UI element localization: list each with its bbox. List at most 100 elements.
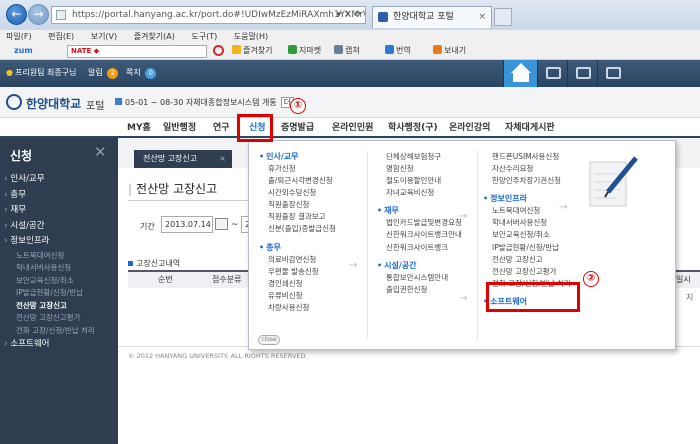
menu-item[interactable]: 전산망 고장신고 xyxy=(483,254,571,266)
zum-logo[interactable]: zum xyxy=(14,43,33,59)
sidebar-item[interactable]: 전화 고장/신청/반납 처리 xyxy=(0,325,118,338)
menu-item[interactable]: 보안교육신청/취소 xyxy=(483,229,571,241)
menu-favorites[interactable]: 즐겨찾기(A) xyxy=(134,32,175,41)
nav-academic-old[interactable]: 학사행정(구) xyxy=(388,118,438,138)
toolbar-send[interactable]: 보내기 xyxy=(433,43,466,59)
menu-help[interactable]: 도움말(H) xyxy=(234,32,268,41)
period-label: 기간 xyxy=(140,222,155,231)
menu-category[interactable]: 총무 xyxy=(259,242,336,254)
nav-general-admin[interactable]: 일반행정 xyxy=(163,118,196,138)
menu-item[interactable]: 한양인주차장기권신청 xyxy=(483,175,571,187)
sidebar-item[interactable]: 재무 xyxy=(0,203,118,219)
sidebar-item[interactable]: 인사/교무 xyxy=(0,172,118,188)
menu-item[interactable]: 직원출장신청 xyxy=(259,199,336,211)
menu-item[interactable]: 직원출장 결과보고 xyxy=(259,211,336,223)
nav-online-civil[interactable]: 온라인민원 xyxy=(332,118,373,138)
menu-item[interactable]: IP발급현황/신청/반납 xyxy=(483,242,571,254)
menu-item[interactable]: 휴가신청 xyxy=(259,163,336,175)
menu-item[interactable]: 전산망 고장신고평가 xyxy=(483,266,571,278)
menu-view[interactable]: 보기(V) xyxy=(91,32,117,41)
menu-item[interactable]: 신분(출입)증발급신청 xyxy=(259,223,336,235)
menu-item[interactable]: 노트북대여신청 xyxy=(483,205,571,217)
notice-ticker[interactable]: 05-01 ~ 08-30 자체대종합정보시스템 개통 더 xyxy=(115,97,295,108)
portal-label: 포털 xyxy=(86,101,105,112)
menu-item[interactable]: 출/퇴근시각변경신청 xyxy=(259,175,336,187)
menu-item[interactable]: 자녀교육비신청 xyxy=(377,187,475,199)
nav-board[interactable]: 자체대게시판 xyxy=(505,118,555,138)
menu-item[interactable]: 경인쇄신청 xyxy=(259,278,336,290)
menu-category[interactable]: 시설/공간 xyxy=(377,260,475,272)
annotation-box-1 xyxy=(237,114,273,142)
menu-column-2: 단체상해보험청구명함신청철도이용할인안내자녀교육비신청재무법인카드발급및변경요청… xyxy=(377,151,475,296)
calendar-icon[interactable] xyxy=(215,218,228,230)
notification-icon[interactable] xyxy=(537,60,567,87)
toolbar-translate[interactable]: 번역 xyxy=(385,43,411,59)
nav-research[interactable]: 연구 xyxy=(213,118,230,138)
alarm-link[interactable]: 알림 2 xyxy=(88,67,119,79)
menu-item[interactable]: 신한워크사이트뱅크안내 xyxy=(377,229,475,241)
menu-item[interactable]: 유류비신청 xyxy=(259,290,336,302)
arrow-icon: → xyxy=(559,202,568,213)
stats-icon[interactable] xyxy=(567,60,597,87)
sidebar-item[interactable]: 학내서버사용신청 xyxy=(0,262,118,275)
note-label: 쪽지 xyxy=(126,68,141,77)
menu-item[interactable]: 철도이용할인안내 xyxy=(377,175,475,187)
menu-item[interactable]: 차량사용신청 xyxy=(259,302,336,314)
close-tab-icon[interactable]: × xyxy=(478,7,486,27)
menu-item[interactable]: 의료비감면신청 xyxy=(259,254,336,266)
sidebar-item[interactable]: 소프트웨어 xyxy=(0,337,118,353)
menu-category[interactable]: 인사/교무 xyxy=(259,151,336,163)
menu-item[interactable]: 학내서버사용신청 xyxy=(483,217,571,229)
menu-category[interactable]: 정보인프라 xyxy=(483,193,571,205)
browser-tab[interactable]: 한양대학교 포털 × xyxy=(372,6,492,28)
address-text: https://portal.hanyang.ac.kr/port.do#!UD… xyxy=(72,10,365,20)
new-tab-button[interactable] xyxy=(494,8,512,26)
nav-myhome[interactable]: MY홈 xyxy=(127,118,151,138)
toolbar-favorites[interactable]: 즐겨찾기 xyxy=(232,43,272,59)
note-count-badge: 0 xyxy=(145,68,157,79)
user-name[interactable]: 프리원팀 최종구님 xyxy=(6,67,76,78)
search-icon[interactable] xyxy=(213,45,224,56)
menu-item[interactable]: 자산수리요청 xyxy=(483,163,571,175)
sidebar-item[interactable]: 노트북대여신청 xyxy=(0,250,118,263)
menu-item[interactable]: 명함신청 xyxy=(377,163,475,175)
content-tab[interactable]: 전산망 고장신고 × xyxy=(134,150,232,168)
sidebar-item[interactable]: 보안교육신청/취소 xyxy=(0,275,118,288)
menu-item[interactable]: 시간외수당신청 xyxy=(259,187,336,199)
annotation-box-2 xyxy=(486,282,580,312)
close-tab-icon[interactable]: × xyxy=(219,150,226,168)
menu-item[interactable]: 단체상해보험청구 xyxy=(377,151,475,163)
university-logo-icon xyxy=(6,94,22,110)
back-icon[interactable]: ← xyxy=(6,4,27,25)
toolbar-search-input[interactable]: NATE ◆ xyxy=(67,45,207,58)
sidebar-item[interactable]: 총무 xyxy=(0,188,118,204)
menu-file[interactable]: 파일(F) xyxy=(6,32,32,41)
mail-icon[interactable] xyxy=(597,60,627,87)
refresh-icon[interactable]: ▾ ✕ ⟳ xyxy=(337,7,362,23)
sidebar-item[interactable]: 시설/공간 xyxy=(0,219,118,235)
sidebar-item[interactable]: IP발급현황/신청/반납 xyxy=(0,287,118,300)
menu-close-button[interactable]: close xyxy=(258,335,280,345)
toolbar-capture[interactable]: 캡쳐 xyxy=(334,43,360,59)
menu-item[interactable]: 신한워크사이트뱅크 xyxy=(377,242,475,254)
menu-edit[interactable]: 편집(E) xyxy=(48,32,74,41)
nav-certificates[interactable]: 증명발급 xyxy=(281,118,314,138)
university-name[interactable]: 한양대학교 xyxy=(26,95,81,112)
sidebar-item[interactable]: 전산망 고장신고평가 xyxy=(0,312,118,325)
sidebar-item[interactable]: 전산망 고장신고 xyxy=(0,300,118,313)
address-bar[interactable]: https://portal.hanyang.ac.kr/port.do#!UD… xyxy=(51,6,366,24)
nav-online-lecture[interactable]: 온라인강의 xyxy=(449,118,490,138)
toolbar-gmarket[interactable]: 지마켓 xyxy=(288,43,321,59)
menu-item[interactable]: 통합보안시스템안내 xyxy=(377,272,475,284)
sidebar: 신청 ✕ 인사/교무총무재무시설/공간정보인프라노트북대여신청학내서버사용신청보… xyxy=(0,138,118,444)
sidebar-item[interactable]: 정보인프라 xyxy=(0,234,118,250)
menu-item[interactable]: 핸드폰USIM사용신청 xyxy=(483,151,571,163)
forward-icon[interactable]: → xyxy=(28,4,49,25)
close-icon[interactable]: ✕ xyxy=(94,143,107,161)
menu-item[interactable]: 우편물 발송신청 xyxy=(259,266,336,278)
date-from-input[interactable]: 2013.07.14 xyxy=(161,216,213,233)
note-link[interactable]: 쪽지 0 xyxy=(126,67,157,79)
portal-header: 한양대학교 포털 05-01 ~ 08-30 자체대종합정보시스템 개통 더 xyxy=(0,87,700,118)
home-icon[interactable] xyxy=(503,60,537,87)
menu-tools[interactable]: 도구(T) xyxy=(191,32,217,41)
